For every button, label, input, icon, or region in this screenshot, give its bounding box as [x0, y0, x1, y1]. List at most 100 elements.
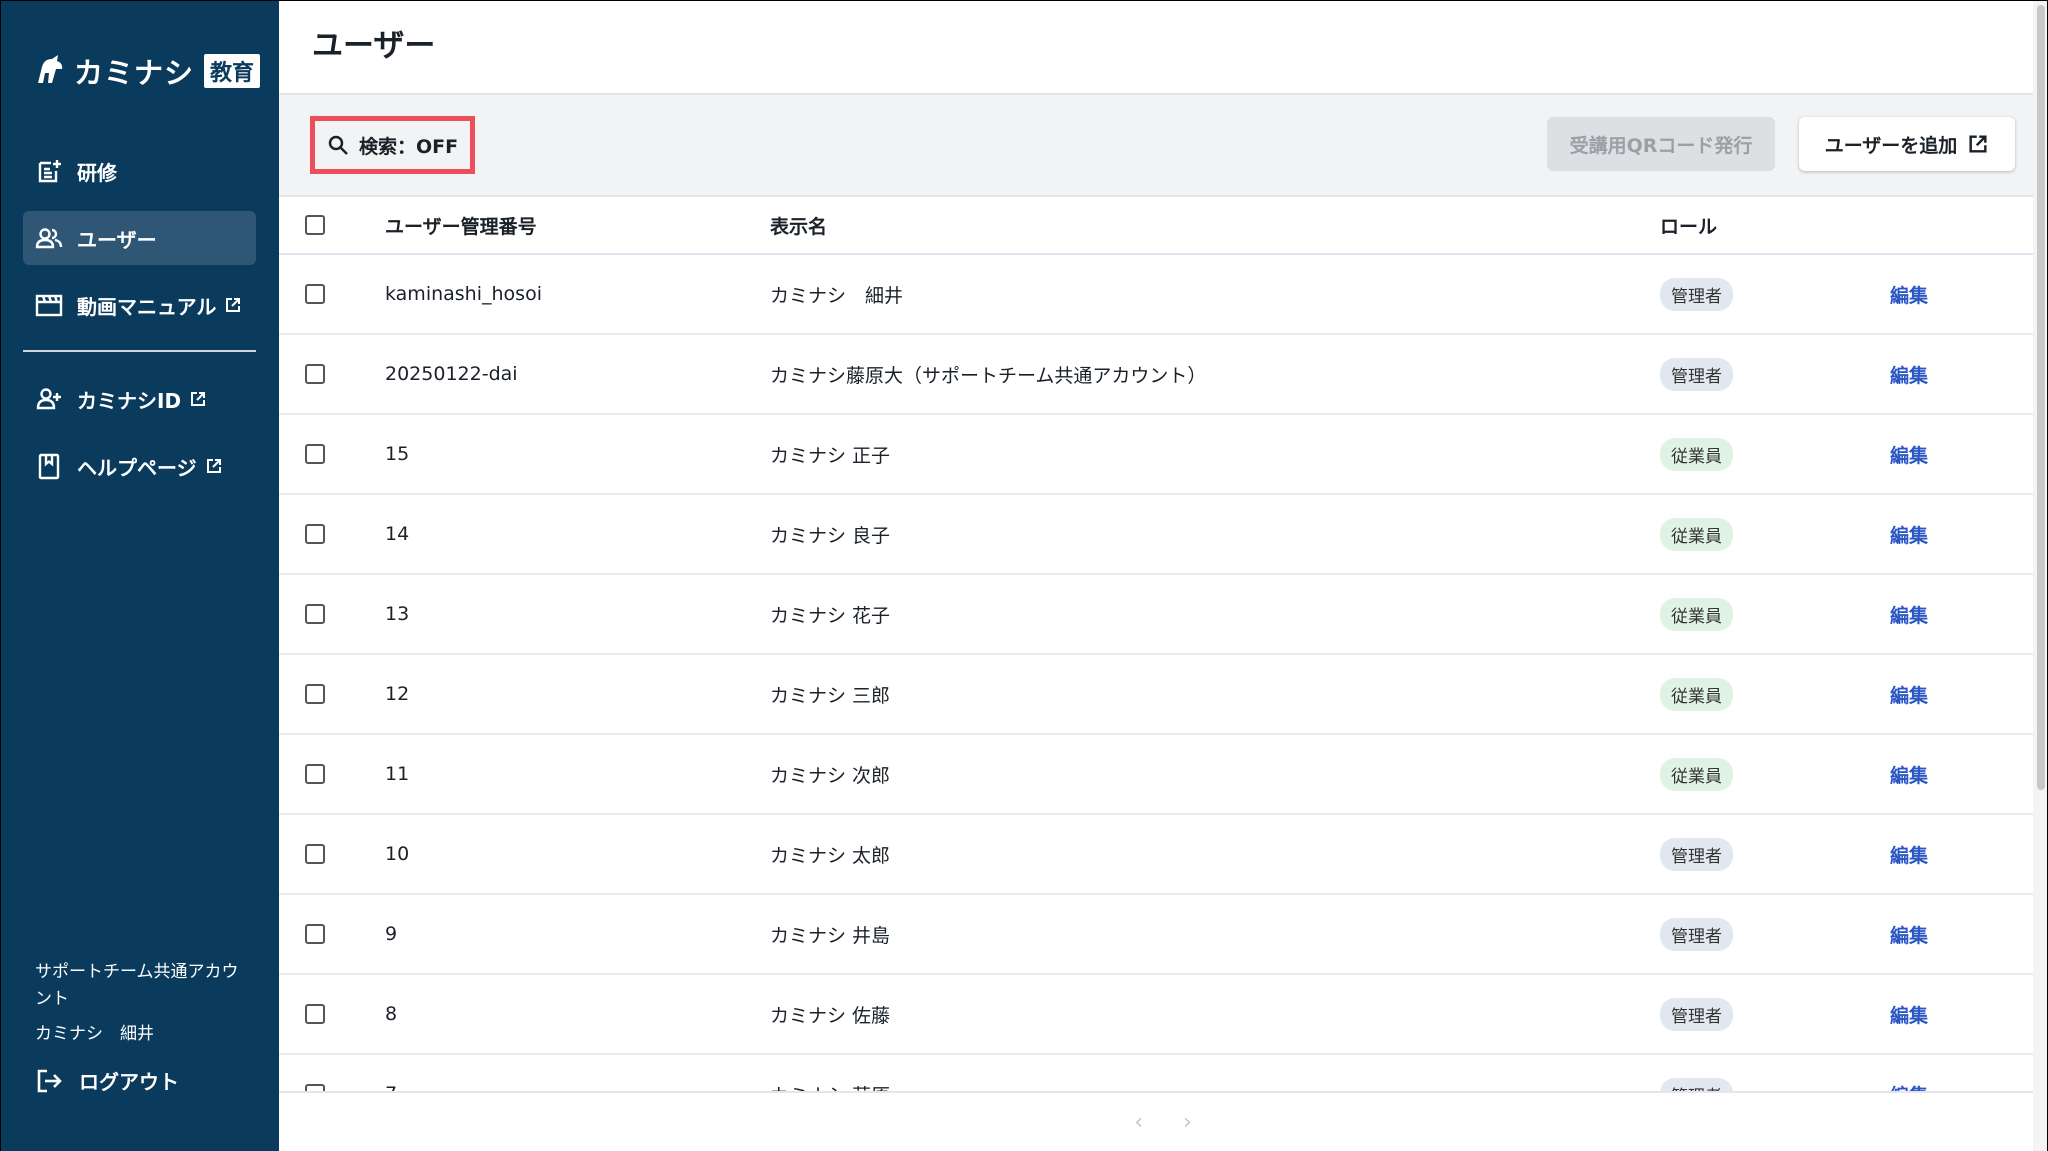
- user-name: カミナシ 細井: [35, 1024, 154, 1044]
- page-header: ユーザー: [279, 1, 2047, 95]
- role-badge: 管理者: [1660, 837, 1733, 871]
- column-header-name[interactable]: 表示名: [770, 212, 1660, 239]
- cell-display-name: カミナシ 井島: [770, 924, 891, 947]
- row-checkbox[interactable]: [305, 1004, 325, 1024]
- next-page-button[interactable]: ›: [1183, 1110, 1192, 1135]
- sidebar-divider: [23, 350, 256, 352]
- edit-link[interactable]: 編集: [1890, 1001, 1960, 1028]
- account-name: サポートチーム共通アカウント: [35, 962, 239, 1009]
- sidebar-item-label: 研修: [77, 160, 117, 185]
- row-checkbox[interactable]: [305, 764, 325, 784]
- clapperboard-icon: [35, 291, 63, 319]
- edit-link[interactable]: 編集: [1890, 841, 1960, 868]
- cell-display-name: カミナシ 三郎: [770, 684, 891, 707]
- column-header-id[interactable]: ユーザー管理番号: [385, 212, 770, 239]
- cell-display-name: カミナシ 次郎: [770, 764, 891, 787]
- external-link-icon: [206, 459, 221, 473]
- cell-display-name: カミナシ 正子: [770, 444, 891, 467]
- row-checkbox[interactable]: [305, 444, 325, 464]
- logout-icon: [37, 1069, 62, 1092]
- training-icon: [35, 157, 63, 185]
- sidebar-item-help[interactable]: ヘルプページ: [23, 439, 256, 493]
- issue-qr-code-button[interactable]: 受講用QRコード発行: [1547, 117, 1775, 171]
- row-checkbox[interactable]: [305, 684, 325, 704]
- search-icon: [328, 135, 348, 155]
- role-badge: 管理者: [1660, 997, 1733, 1031]
- edit-link[interactable]: 編集: [1890, 281, 1960, 308]
- role-badge: 従業員: [1660, 437, 1733, 471]
- table-body: kaminashi_hosoi カミナシ 細井 管理者 編集 20250122-dai カ…: [279, 255, 2047, 1135]
- sidebar-item-label: ヘルプページ: [77, 455, 197, 480]
- sidebar-footer: サポートチーム共通アカウント カミナシ 細井 ログアウト: [35, 959, 255, 1151]
- cell-user-id: 8: [385, 1003, 398, 1025]
- role-badge: 従業員: [1660, 517, 1733, 551]
- cell-user-id: 9: [385, 923, 398, 945]
- edit-link[interactable]: 編集: [1890, 601, 1960, 628]
- column-header-role[interactable]: ロール: [1660, 212, 1890, 239]
- main-content: ユーザー 検索：OFF 受講用QRコード発行 ユーザーを追加 ユーザー管理番号: [279, 1, 2047, 1151]
- cell-display-name: カミナシ 細井: [770, 284, 904, 307]
- users-icon: [35, 224, 63, 252]
- row-checkbox[interactable]: [305, 924, 325, 944]
- role-badge: 従業員: [1660, 757, 1733, 791]
- add-user-button[interactable]: ユーザーを追加: [1799, 117, 2015, 171]
- logout-button[interactable]: ログアウト: [35, 1066, 255, 1095]
- edit-link[interactable]: 編集: [1890, 521, 1960, 548]
- cell-user-id: 11: [385, 763, 410, 785]
- row-checkbox[interactable]: [305, 364, 325, 384]
- cell-display-name: カミナシ 太郎: [770, 844, 891, 867]
- brand-logo[interactable]: カミナシ 教育: [32, 50, 261, 92]
- edit-link[interactable]: 編集: [1890, 441, 1960, 468]
- table-row: 9 カミナシ 井島 管理者 編集: [279, 895, 2047, 975]
- row-checkbox[interactable]: [305, 524, 325, 544]
- table-row: 11 カミナシ 次郎 従業員 編集: [279, 735, 2047, 815]
- goat-icon: [38, 55, 63, 83]
- row-checkbox[interactable]: [305, 844, 325, 864]
- search-toggle-button[interactable]: 検索：OFF: [315, 121, 470, 169]
- edit-link[interactable]: 編集: [1890, 681, 1960, 708]
- external-link-icon: [226, 298, 241, 312]
- cell-user-id: 13: [385, 603, 410, 625]
- cell-display-name: カミナシ 佐藤: [770, 1004, 891, 1027]
- prev-page-button[interactable]: ‹: [1134, 1110, 1143, 1135]
- cell-user-id: 14: [385, 523, 410, 545]
- cell-user-id: 10: [385, 843, 410, 865]
- edit-link[interactable]: 編集: [1890, 921, 1960, 948]
- sidebar-item-label: 動画マニュアル: [77, 294, 217, 319]
- role-badge: 管理者: [1660, 277, 1733, 311]
- table-row: 20250122-dai カミナシ藤原大（サポートチーム共通アカウント） 管理者 編集: [279, 335, 2047, 415]
- app-window: カミナシ 教育 研修 ユーザー 動画マニュアル カミナシID ヘルプページ サポ…: [1, 1, 2047, 1151]
- role-badge: 管理者: [1660, 917, 1733, 951]
- vertical-scrollbar[interactable]: [2033, 1, 2047, 1151]
- cell-display-name: カミナシ藤原大（サポートチーム共通アカウント）: [770, 364, 1207, 387]
- cell-user-id: kaminashi_hosoi: [385, 283, 542, 305]
- scrollbar-thumb[interactable]: [2037, 5, 2045, 790]
- pagination: ‹ ›: [279, 1091, 2047, 1151]
- book-icon: [35, 452, 63, 480]
- table-row: 8 カミナシ 佐藤 管理者 編集: [279, 975, 2047, 1055]
- sidebar-item-training[interactable]: 研修: [23, 144, 256, 198]
- user-add-icon: [35, 385, 63, 413]
- cell-user-id: 12: [385, 683, 410, 705]
- table-row: 13 カミナシ 花子 従業員 編集: [279, 575, 2047, 655]
- sidebar-item-users[interactable]: ユーザー: [23, 211, 256, 265]
- edit-link[interactable]: 編集: [1890, 761, 1960, 788]
- row-checkbox[interactable]: [305, 284, 325, 304]
- external-link-icon: [191, 392, 206, 406]
- select-all-checkbox[interactable]: [305, 215, 325, 235]
- sidebar-item-kaminashi-id[interactable]: カミナシID: [23, 372, 256, 426]
- sidebar-item-video-manual[interactable]: 動画マニュアル: [23, 278, 256, 332]
- external-link-icon: [1969, 135, 1987, 153]
- table-header: ユーザー管理番号 表示名 ロール: [279, 197, 2047, 255]
- page-title: ユーザー: [312, 27, 436, 64]
- table-row: 14 カミナシ 良子 従業員 編集: [279, 495, 2047, 575]
- logout-label: ログアウト: [79, 1070, 179, 1094]
- cell-user-id: 20250122-dai: [385, 363, 518, 385]
- cell-display-name: カミナシ 花子: [770, 604, 891, 627]
- sidebar-nav: 研修 ユーザー 動画マニュアル カミナシID ヘルプページ: [23, 144, 256, 506]
- edit-link[interactable]: 編集: [1890, 361, 1960, 388]
- row-checkbox[interactable]: [305, 604, 325, 624]
- cell-user-id: 15: [385, 443, 410, 465]
- table-row: 15 カミナシ 正子 従業員 編集: [279, 415, 2047, 495]
- search-label: 検索：OFF: [359, 135, 459, 158]
